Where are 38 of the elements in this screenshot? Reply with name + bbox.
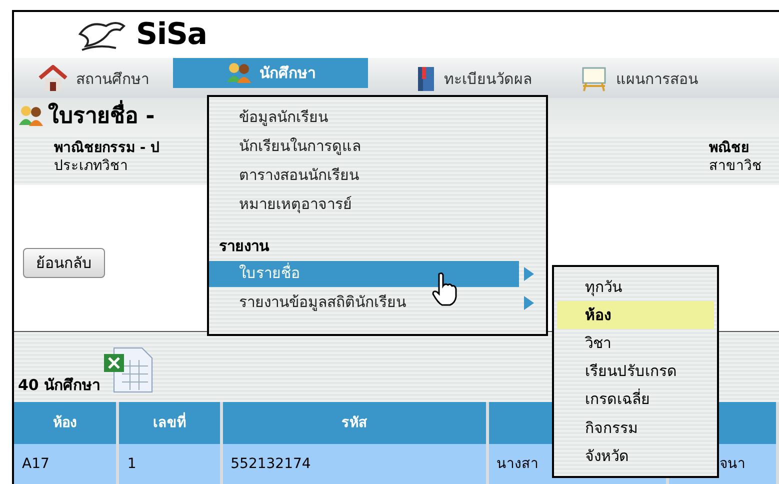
people-icon xyxy=(226,62,252,84)
info-title: พณิชย xyxy=(709,139,750,158)
arrow-icon xyxy=(523,266,535,282)
menu-item[interactable]: รายงานข้อมูลสถิตินักเรียน xyxy=(209,290,519,316)
table-cell: A17 xyxy=(14,444,120,484)
arrow-icon xyxy=(523,294,535,310)
column-header: ห้อง xyxy=(14,402,120,444)
nav-tab[interactable]: สถานศึกษา xyxy=(14,64,173,94)
page-title: ใบรายชื่อ - xyxy=(48,100,155,133)
info-label: ประเภทวิชา xyxy=(54,157,129,176)
submenu-item[interactable]: ห้อง xyxy=(557,301,714,330)
menu-heading: รายงาน xyxy=(218,236,270,257)
spreadsheet-icon xyxy=(104,346,154,394)
submenu-item[interactable]: วิชา xyxy=(557,329,714,358)
house-icon xyxy=(38,64,68,93)
submenu-item[interactable]: เรียนปรับเกรด xyxy=(557,357,714,386)
menu-item[interactable]: หมายเหตุอาจารย์ xyxy=(209,192,519,218)
info-label: สาขาวิช xyxy=(709,157,763,176)
hand-cursor-icon xyxy=(430,272,460,306)
column-header: รหัส xyxy=(222,402,489,444)
menu-item[interactable]: ข้อมูลนักเรียน xyxy=(209,104,519,130)
easel-icon xyxy=(580,66,608,92)
table-cell: 1 xyxy=(119,444,223,484)
submenu-item[interactable]: ทุกวัน xyxy=(557,273,714,302)
menu-item[interactable]: ตารางสอนนักเรียน xyxy=(209,162,519,188)
book-icon xyxy=(416,66,436,92)
student-count: 40 นักศึกษา xyxy=(18,374,100,396)
submenu-item[interactable]: เกรดเฉลี่ย xyxy=(557,386,714,414)
table-cell: 552132174 xyxy=(222,444,489,484)
submenu-item[interactable]: กิจกรรม xyxy=(557,414,714,442)
back-button[interactable]: ย้อนกลับ xyxy=(23,248,105,278)
info-title: พาณิชยกรรม - ป xyxy=(54,139,160,158)
logo-text: SiSa xyxy=(136,20,207,50)
people-icon xyxy=(18,105,44,128)
column-header: เลขที่ xyxy=(119,402,223,444)
menu-item[interactable]: นักเรียนในการดูแล xyxy=(209,134,519,160)
nav-tab[interactable]: ทะเบียนวัดผล xyxy=(392,64,556,94)
nav-tab[interactable]: แผนการสอน xyxy=(556,64,722,94)
